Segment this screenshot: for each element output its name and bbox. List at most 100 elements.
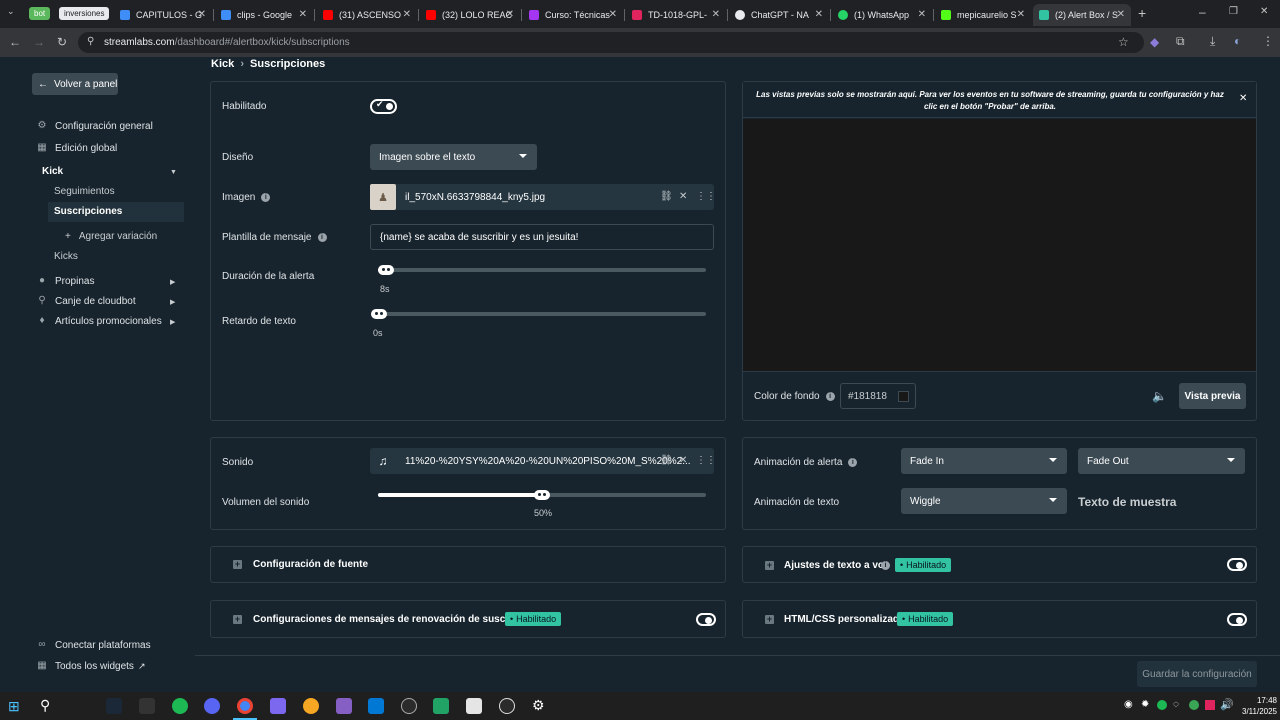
- browser-tab[interactable]: clips - Google ✕: [215, 4, 313, 26]
- url-input[interactable]: ⚲ streamlabs.com/dashboard#/alertbox/kic…: [78, 32, 1144, 53]
- close-tab-icon[interactable]: ✕: [712, 9, 720, 20]
- tray-icon[interactable]: [1205, 700, 1215, 710]
- close-window-icon[interactable]: ✕: [1260, 6, 1268, 17]
- resub-settings-section[interactable]: + Configuraciones de mensajes de renovac…: [210, 600, 726, 638]
- layout-select[interactable]: Imagen sobre el texto: [370, 144, 537, 170]
- sidebar-item-tips[interactable]: ● Propinas: [36, 275, 95, 287]
- close-icon[interactable]: ✕: [679, 455, 687, 466]
- info-icon[interactable]: i: [317, 232, 327, 242]
- discord-icon[interactable]: [204, 698, 220, 714]
- text-animation-select[interactable]: Wiggle: [901, 488, 1067, 514]
- browser-tab[interactable]: (31) ASCENSO ✕: [317, 4, 417, 26]
- info-icon[interactable]: i: [825, 391, 835, 401]
- visual-studio-icon[interactable]: [336, 698, 352, 714]
- link-icon[interactable]: ⛓: [660, 455, 673, 466]
- caret-right-icon[interactable]: ▶: [170, 278, 175, 286]
- sidebar-item-merch[interactable]: ♦ Artículos promocionales: [36, 315, 161, 327]
- sidebar-item-kick[interactable]: Kick: [42, 166, 63, 177]
- add-variation-button[interactable]: + Agregar variación: [65, 231, 157, 242]
- minimize-icon[interactable]: –: [1199, 5, 1206, 19]
- grid-icon[interactable]: ⋮⋮: [696, 455, 716, 466]
- volume-slider-handle[interactable]: [534, 490, 550, 500]
- settings-gear-icon[interactable]: ⚙: [532, 697, 545, 714]
- sidebar-item-all-widgets[interactable]: ▦ Todos los widgets ↗: [36, 660, 145, 672]
- browser-tab[interactable]: TD-1018-GPL- ✕: [626, 4, 726, 26]
- browser-tab[interactable]: Curso: Técnicas ✕: [523, 4, 623, 26]
- preview-button[interactable]: Vista previa: [1179, 383, 1246, 409]
- info-icon[interactable]: i: [261, 192, 271, 202]
- info-icon[interactable]: i: [848, 457, 858, 467]
- clock[interactable]: 17:48 3/11/2025: [1233, 695, 1277, 717]
- close-tab-icon[interactable]: ✕: [506, 9, 514, 20]
- resub-toggle[interactable]: [696, 613, 716, 626]
- sidebar-item-cloudbot[interactable]: ⚲ Canje de cloudbot: [36, 295, 135, 307]
- vscode-icon[interactable]: [368, 698, 384, 714]
- tray-icon[interactable]: ✹: [1141, 699, 1149, 710]
- sidebar-item-connect-platforms[interactable]: ∞ Conectar plataformas: [36, 639, 150, 651]
- menu-icon[interactable]: ⋮: [1262, 34, 1274, 48]
- obs-icon[interactable]: [401, 698, 417, 714]
- tray-icon[interactable]: ◌: [1173, 699, 1179, 710]
- close-tab-icon[interactable]: ✕: [299, 9, 307, 20]
- sidebar-item-kicks[interactable]: Kicks: [54, 251, 78, 262]
- custom-html-css-section[interactable]: + HTML/CSS personalizado • Habilitado: [742, 600, 1257, 638]
- bg-color-input[interactable]: #181818: [840, 383, 916, 409]
- tab-group-bot[interactable]: bot: [29, 7, 51, 20]
- new-tab-icon[interactable]: +: [1138, 5, 1146, 21]
- browser-tab[interactable]: mepicaurelio S ✕: [935, 4, 1031, 26]
- info-icon[interactable]: i: [881, 561, 890, 570]
- sidebar-item-follows[interactable]: Seguimientos: [54, 186, 115, 197]
- spotify-tray-icon[interactable]: [1157, 700, 1167, 710]
- restore-icon[interactable]: ❐: [1229, 6, 1238, 17]
- font-settings-section[interactable]: + Configuración de fuente: [210, 546, 726, 583]
- back-icon[interactable]: ←: [9, 35, 21, 49]
- epic-games-icon[interactable]: [139, 698, 155, 714]
- browser-tab[interactable]: CAPITULOS - G ✕: [114, 4, 212, 26]
- extensions-puzzle-icon[interactable]: ⧉: [1176, 34, 1185, 49]
- tab-search-icon[interactable]: ⌄: [7, 6, 15, 17]
- site-info-icon[interactable]: ⚲: [87, 36, 94, 47]
- close-tab-icon[interactable]: ✕: [815, 9, 823, 20]
- tts-settings-section[interactable]: + Ajustes de texto a voz i • Habilitado: [742, 546, 1257, 583]
- grid-icon[interactable]: ⋮⋮: [696, 191, 716, 202]
- close-tab-icon[interactable]: ✕: [918, 9, 926, 20]
- close-tab-icon[interactable]: ✕: [609, 9, 617, 20]
- close-tab-icon[interactable]: ✕: [1017, 9, 1025, 20]
- browser-tab[interactable]: (32) LOLO REAC ✕: [420, 4, 520, 26]
- alert-animation-in-select[interactable]: Fade In: [901, 448, 1067, 474]
- app-icon[interactable]: [270, 698, 286, 714]
- close-icon[interactable]: ✕: [1239, 93, 1247, 104]
- browser-tab[interactable]: (1) WhatsApp ✕: [832, 4, 932, 26]
- extension-icon[interactable]: ◆: [1150, 35, 1159, 49]
- windows-start-icon[interactable]: ⊞: [8, 698, 20, 715]
- save-settings-button[interactable]: Guardar la configuración: [1137, 661, 1257, 687]
- text-delay-slider-handle[interactable]: [371, 309, 387, 319]
- profile-icon[interactable]: ◐: [1234, 34, 1241, 48]
- excel-icon[interactable]: [433, 698, 449, 714]
- app-icon[interactable]: [303, 698, 319, 714]
- alert-animation-out-select[interactable]: Fade Out: [1078, 448, 1245, 474]
- volume-slider[interactable]: [378, 490, 706, 500]
- enabled-toggle[interactable]: ✔: [370, 99, 397, 114]
- bookmark-star-icon[interactable]: ☆: [1118, 35, 1129, 49]
- close-tab-icon[interactable]: ✕: [198, 9, 206, 20]
- tts-toggle[interactable]: [1227, 558, 1247, 571]
- duration-slider-handle[interactable]: [378, 265, 394, 275]
- text-delay-slider[interactable]: [371, 309, 706, 319]
- capcut-icon[interactable]: [466, 698, 482, 714]
- chrome-icon[interactable]: [237, 698, 253, 714]
- caret-right-icon[interactable]: ▶: [170, 318, 175, 326]
- sidebar-item-global-edit[interactable]: ▦ Edición global: [36, 142, 117, 154]
- sidebar-item-general-settings[interactable]: ⚙ Configuración general: [36, 120, 153, 132]
- caret-down-icon[interactable]: ▼: [170, 169, 177, 176]
- download-icon[interactable]: ⤓: [1210, 34, 1215, 49]
- search-icon[interactable]: ⚲: [40, 697, 50, 714]
- breadcrumb-platform[interactable]: Kick: [211, 58, 234, 70]
- close-tab-icon[interactable]: ✕: [403, 9, 411, 20]
- speaker-icon[interactable]: 🔈: [1152, 389, 1167, 403]
- forward-icon[interactable]: →: [33, 35, 45, 49]
- custom-toggle[interactable]: [1227, 613, 1247, 626]
- browser-tab-active[interactable]: (2) Alert Box / S ✕: [1033, 4, 1131, 26]
- tab-group-inversiones[interactable]: inversiones: [59, 7, 110, 20]
- back-to-panel-button[interactable]: ← Volver a panel: [32, 73, 118, 95]
